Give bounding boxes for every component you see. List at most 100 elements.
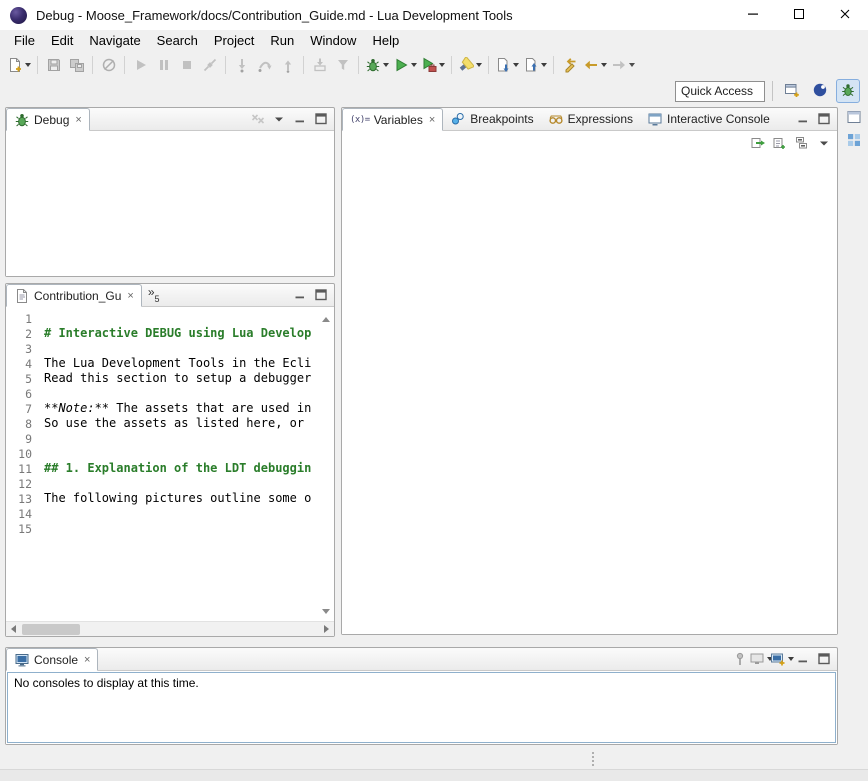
line-number[interactable]: 8 — [6, 417, 32, 431]
lua-perspective-button[interactable] — [808, 79, 832, 103]
horizontal-scrollbar[interactable] — [6, 621, 334, 636]
step-over-button[interactable] — [253, 53, 276, 76]
tab-console[interactable]: Console × — [6, 648, 98, 671]
remove-all-terminated-button[interactable] — [248, 110, 267, 129]
tab-expressions[interactable]: Expressions — [541, 108, 640, 130]
close-icon[interactable]: × — [75, 114, 81, 126]
menu-window[interactable]: Window — [302, 31, 364, 50]
variables-view-body[interactable] — [342, 131, 837, 634]
dropdown-arrow-icon[interactable] — [629, 63, 635, 67]
line-number[interactable]: 15 — [6, 522, 32, 536]
line-number[interactable]: 14 — [6, 507, 32, 521]
editor-text-area[interactable]: 12 # Interactive DEBUG using Lua Develop 3… — [6, 307, 318, 621]
menu-edit[interactable]: Edit — [43, 31, 81, 50]
dropdown-arrow-icon[interactable] — [541, 63, 547, 67]
sash-drag-handle[interactable] — [592, 752, 594, 766]
display-selected-console-button[interactable] — [751, 650, 770, 669]
restore-view-grid-button[interactable] — [844, 131, 864, 151]
line-number[interactable]: 3 — [6, 342, 32, 356]
show-logical-structures-button[interactable] — [770, 133, 789, 152]
debug-button[interactable] — [363, 53, 391, 76]
scroll-down-icon[interactable] — [322, 603, 330, 617]
line-number[interactable]: 1 — [6, 312, 32, 326]
save-button[interactable] — [42, 53, 65, 76]
external-tools-button[interactable] — [419, 53, 447, 76]
scroll-left-icon[interactable] — [6, 622, 21, 636]
dropdown-arrow-icon[interactable] — [513, 63, 519, 67]
line-text[interactable]: # Interactive DEBUG using Lua Develop — [44, 326, 318, 341]
line-number[interactable]: 7 — [6, 402, 32, 416]
line-number[interactable]: 6 — [6, 387, 32, 401]
maximize-view-button[interactable] — [311, 110, 330, 129]
line-number[interactable]: 4 — [6, 357, 32, 371]
menu-help[interactable]: Help — [364, 31, 407, 50]
suspend-button[interactable] — [152, 53, 175, 76]
view-menu-button[interactable] — [814, 133, 833, 152]
debug-perspective-button[interactable] — [836, 79, 860, 103]
tab-debug[interactable]: Debug × — [6, 108, 90, 131]
scroll-up-icon[interactable] — [322, 311, 330, 325]
tab-contribution_gu[interactable]: Contribution_Gu× — [6, 284, 142, 307]
line-text[interactable]: ## 1. Explanation of the LDT debuggin — [44, 461, 318, 476]
minimize-view-button[interactable] — [793, 110, 812, 129]
disconnect-button[interactable] — [198, 53, 221, 76]
minimize-view-button[interactable] — [290, 286, 309, 305]
menu-file[interactable]: File — [6, 31, 43, 50]
next-annotation-button[interactable] — [493, 53, 521, 76]
line-text[interactable]: **Note:** The assets that are used in — [44, 401, 318, 416]
restore-editor-view-button[interactable] — [844, 108, 864, 128]
tab-breakpoints[interactable]: Breakpoints — [443, 108, 540, 130]
line-number[interactable]: 5 — [6, 372, 32, 386]
maximize-view-button[interactable] — [311, 286, 330, 305]
menu-navigate[interactable]: Navigate — [81, 31, 148, 50]
new-wizard-button[interactable] — [5, 53, 33, 76]
menu-run[interactable]: Run — [262, 31, 302, 50]
dropdown-arrow-icon[interactable] — [383, 63, 389, 67]
line-text[interactable]: The Lua Development Tools in the Ecli — [44, 356, 318, 371]
previous-annotation-button[interactable] — [521, 53, 549, 76]
collapse-all-button[interactable] — [792, 133, 811, 152]
line-text[interactable]: Read this section to setup a debugger — [44, 371, 318, 386]
menu-project[interactable]: Project — [206, 31, 262, 50]
line-number[interactable]: 11 — [6, 462, 32, 476]
editor-overflow-chevron[interactable]: » 5 — [142, 284, 166, 306]
dropdown-arrow-icon[interactable] — [25, 63, 31, 67]
maximize-view-button[interactable] — [814, 650, 833, 669]
step-into-button[interactable] — [230, 53, 253, 76]
pin-console-button[interactable] — [730, 650, 749, 669]
back-button[interactable] — [581, 53, 609, 76]
show-type-names-button[interactable] — [748, 133, 767, 152]
step-return-button[interactable] — [276, 53, 299, 76]
dropdown-arrow-icon[interactable] — [411, 63, 417, 67]
dropdown-arrow-icon[interactable] — [601, 63, 607, 67]
open-perspective-button[interactable] — [780, 79, 804, 103]
line-number[interactable]: 9 — [6, 432, 32, 446]
close-icon[interactable]: × — [429, 114, 435, 126]
resume-button[interactable] — [129, 53, 152, 76]
minimize-view-button[interactable] — [290, 110, 309, 129]
open-console-button[interactable] — [772, 650, 791, 669]
line-text[interactable]: The following pictures outline some o — [44, 491, 318, 506]
forward-button[interactable] — [609, 53, 637, 76]
last-edit-location-button[interactable] — [558, 53, 581, 76]
console-content[interactable]: No consoles to display at this time. — [7, 672, 836, 743]
line-text[interactable]: So use the assets as listed here, or — [44, 416, 318, 431]
line-number[interactable]: 12 — [6, 477, 32, 491]
quick-access-input[interactable]: Quick Access — [675, 81, 765, 102]
save-all-button[interactable] — [65, 53, 88, 76]
maximize-view-button[interactable] — [814, 110, 833, 129]
use-step-filters-button[interactable] — [331, 53, 354, 76]
window-minimize-button[interactable] — [730, 0, 776, 30]
menu-search[interactable]: Search — [149, 31, 206, 50]
terminate-button[interactable] — [175, 53, 198, 76]
line-number[interactable]: 10 — [6, 447, 32, 461]
dropdown-arrow-icon[interactable] — [476, 63, 482, 67]
dropdown-arrow-icon[interactable] — [439, 63, 445, 67]
tab-interactive-console[interactable]: Interactive Console — [640, 108, 777, 130]
window-maximize-button[interactable] — [776, 0, 822, 30]
run-button[interactable] — [391, 53, 419, 76]
scroll-right-icon[interactable] — [319, 622, 334, 636]
line-number[interactable]: 13 — [6, 492, 32, 506]
scrollbar-thumb[interactable] — [22, 624, 80, 635]
debug-view-body[interactable] — [6, 131, 334, 276]
